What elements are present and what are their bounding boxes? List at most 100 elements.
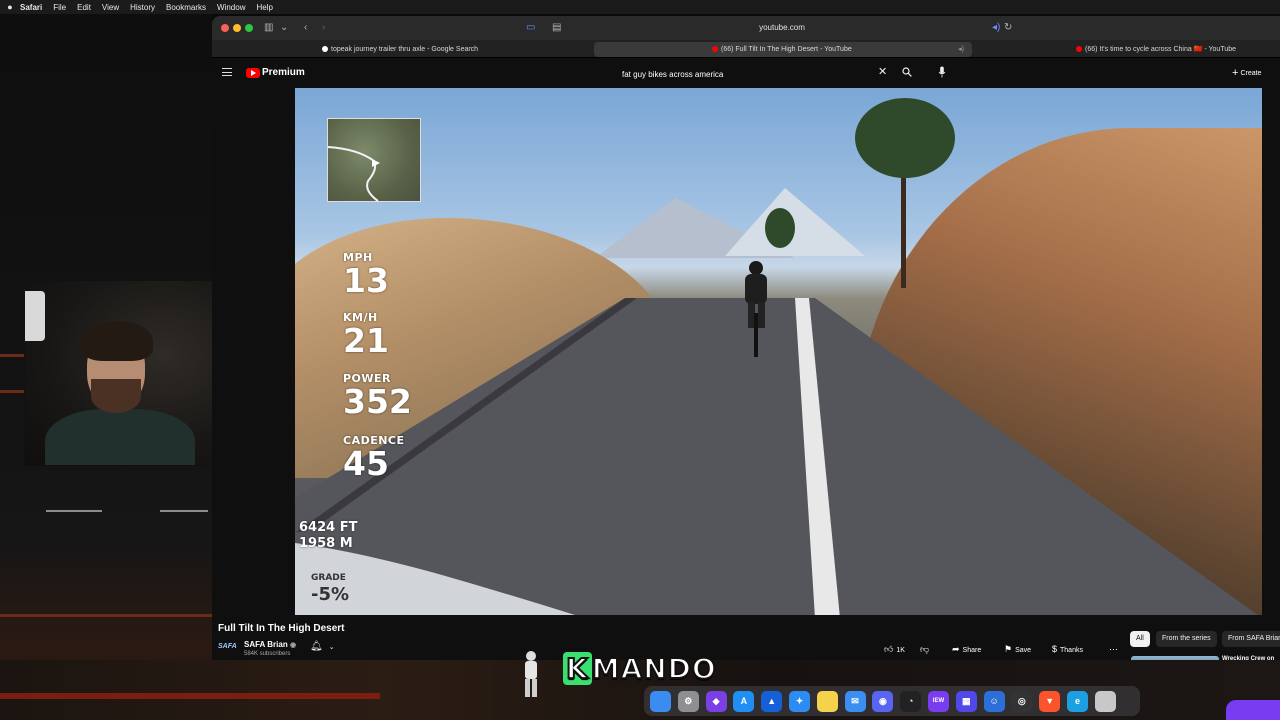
kmando-k: K <box>563 651 592 686</box>
chip-from-channel[interactable]: From SAFA Brian <box>1222 631 1280 647</box>
shield-app-icon[interactable]: ◆ <box>705 690 727 712</box>
menu-safari[interactable]: Safari <box>20 3 42 12</box>
elevation-readout: 6424 FT 1958 M <box>299 520 357 552</box>
speaker-icon[interactable]: ◂) <box>992 21 1000 35</box>
tab-speaker-icon[interactable]: ◂) <box>958 42 964 57</box>
background-stripe <box>0 614 212 617</box>
dislike-button[interactable]: 👎︎ <box>920 642 932 656</box>
mph-value: 13 <box>343 261 389 300</box>
chip-all[interactable]: All <box>1130 631 1150 647</box>
kmando-logo: K MANDO <box>563 651 717 690</box>
channel-name-text: SAFA Brian <box>244 640 288 649</box>
save-label: Save <box>1015 647 1032 654</box>
menu-help[interactable]: Help <box>256 3 272 12</box>
safari-compass-icon[interactable]: ✦ <box>788 690 810 712</box>
reload-icon[interactable]: ↻ <box>1004 21 1012 35</box>
background-line <box>46 510 102 512</box>
kmando-text: MANDO <box>591 651 717 686</box>
discord-icon[interactable]: ◉ <box>872 690 894 712</box>
trash-icon[interactable] <box>1094 690 1116 712</box>
save-button[interactable]: ⚑ Save <box>1004 642 1031 656</box>
bottom-stripe <box>0 693 380 699</box>
microphone-icon[interactable] <box>938 66 946 78</box>
thanks-button[interactable]: $ Thanks <box>1052 642 1083 656</box>
sidebar-icon[interactable]: ▥ <box>264 21 273 35</box>
tab-label: (66) It's time to cycle across China 🇨🇳 … <box>1085 46 1237 53</box>
youtube-logo-icon[interactable] <box>246 68 260 78</box>
title-bar: ▥ ⌄ ‹ › ▭ ▤ youtube.com ◂) ↻ <box>212 16 1280 40</box>
channel-name[interactable]: SAFA Brian ◉ <box>244 640 296 649</box>
translate-icon[interactable]: ▭ <box>526 21 535 35</box>
bookmark-icon: ⚑ <box>1004 644 1013 654</box>
share-label: Share <box>962 647 982 654</box>
menu-window[interactable]: Window <box>217 3 245 12</box>
zoom-window-button[interactable] <box>245 24 253 32</box>
chevron-down-icon[interactable]: ⌄ <box>280 21 288 35</box>
tree <box>855 98 955 178</box>
thumbs-up-icon: 👍︎ <box>884 644 894 654</box>
search-input[interactable] <box>622 66 862 82</box>
background-stripe <box>0 390 24 393</box>
back-icon[interactable]: ‹ <box>304 21 307 35</box>
minimize-window-button[interactable] <box>233 24 241 32</box>
menu-edit[interactable]: Edit <box>77 3 91 12</box>
clear-search-icon[interactable]: ✕ <box>878 65 887 78</box>
menu-history[interactable]: History <box>130 3 155 12</box>
tab-label: topeak journey trailer thru axle - Googl… <box>331 46 479 53</box>
more-icon: ⋯ <box>1109 644 1118 654</box>
brave-icon[interactable]: ▼ <box>1039 690 1061 712</box>
like-button[interactable]: 👍︎ 1K <box>884 642 905 656</box>
tab-cycle-china[interactable]: (66) It's time to cycle across China 🇨🇳 … <box>1076 42 1276 57</box>
like-count: 1K <box>896 647 905 654</box>
iew-app-icon[interactable]: IEW <box>927 690 949 712</box>
menu-icon[interactable] <box>222 68 232 76</box>
menu-view[interactable]: View <box>102 3 119 12</box>
route-minimap <box>327 118 421 202</box>
menu-bookmarks[interactable]: Bookmarks <box>166 3 206 12</box>
webcam-background-object <box>25 291 45 341</box>
forward-icon[interactable]: › <box>322 21 325 35</box>
notes-icon[interactable] <box>816 690 838 712</box>
close-window-button[interactable] <box>221 24 229 32</box>
safari-blue-icon[interactable]: ▲ <box>761 690 783 712</box>
youtube-premium-label[interactable]: Premium <box>262 67 305 78</box>
chevron-down-icon[interactable]: ⌄ <box>329 644 335 651</box>
launchpad-icon[interactable]: ▦ <box>955 690 977 712</box>
chip-from-series[interactable]: From the series <box>1156 631 1217 647</box>
more-actions-button[interactable]: ⋯ <box>1109 642 1121 656</box>
mail-icon[interactable]: ✉ <box>844 690 866 712</box>
cadence-readout: CADENCE 45 <box>343 434 405 481</box>
video-player[interactable]: MPH 13 KM/H 21 POWER 352 CADENCE 45 6424… <box>295 88 1262 615</box>
notification-bell-icon[interactable]: 🔔︎ ⌄ <box>310 641 335 652</box>
obs-icon[interactable]: ◎ <box>1011 690 1033 712</box>
mac-menubar: ● Safari File Edit View History Bookmark… <box>0 0 1280 14</box>
cadence-value: 45 <box>343 444 389 483</box>
speed-kmh: KM/H 21 <box>343 311 389 358</box>
finder-2-icon[interactable]: ☺ <box>983 690 1005 712</box>
app-store-icon[interactable]: A <box>733 690 755 712</box>
power-value: 352 <box>343 382 412 421</box>
tab-google-search[interactable]: topeak journey trailer thru axle - Googl… <box>322 42 602 57</box>
tab-full-tilt[interactable]: (66) Full Tilt In The High Desert - YouT… <box>594 42 972 57</box>
finder-icon[interactable] <box>650 690 671 712</box>
tab-bar: topeak journey trailer thru axle - Googl… <box>212 40 1280 58</box>
youtube-icon <box>1076 46 1082 53</box>
share-icon: ➦ <box>952 644 960 654</box>
edge-icon[interactable]: e <box>1066 690 1088 712</box>
system-settings-icon[interactable]: ⚙ <box>677 690 699 712</box>
youtube-header: Premium ✕ +Create <box>212 58 1280 88</box>
menu-file[interactable]: File <box>53 3 66 12</box>
create-button[interactable]: + Create <box>1232 67 1261 79</box>
address-bar[interactable]: youtube.com <box>692 21 872 35</box>
avatar-figure <box>525 651 537 697</box>
reader-icon[interactable]: ▤ <box>552 21 561 35</box>
share-button[interactable]: ➦ Share <box>952 642 981 656</box>
activity-icon[interactable]: ◔ <box>900 690 922 712</box>
tree <box>765 208 795 248</box>
search-icon[interactable] <box>902 67 912 77</box>
apple-icon[interactable]: ● <box>0 2 20 12</box>
grade-value: -5% <box>311 584 350 605</box>
background-line <box>160 510 208 512</box>
channel-avatar[interactable]: SAFA <box>218 640 238 654</box>
webcam-person-beard <box>91 379 141 413</box>
